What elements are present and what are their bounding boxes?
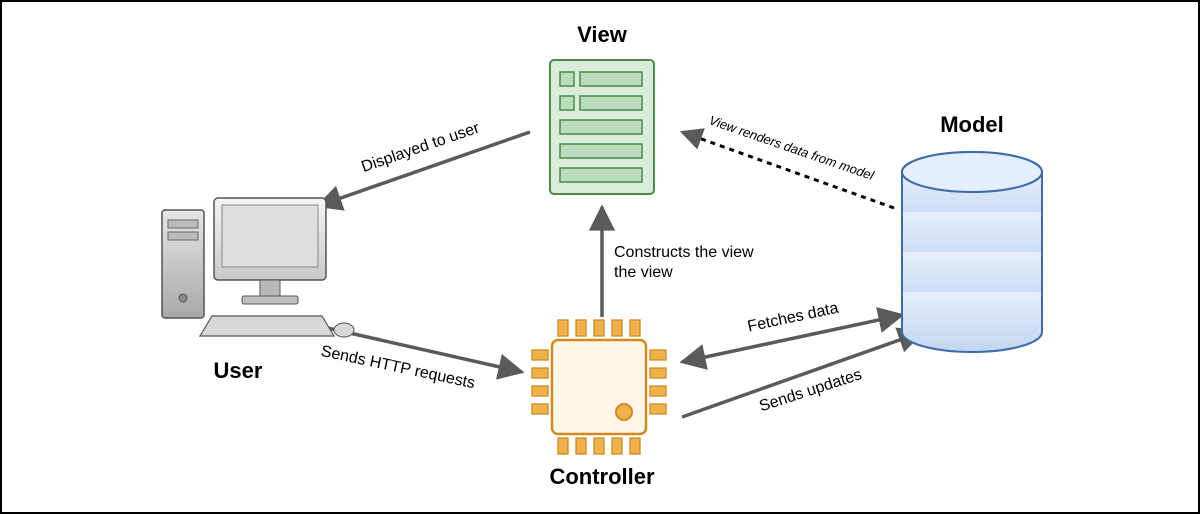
user-label: User [214,358,263,383]
view-icon [550,60,654,194]
database-icon [902,152,1042,352]
model-label: Model [940,112,1004,137]
diagram-frame: Displayed to user View renders data from… [0,0,1200,514]
view-node: View [550,22,654,194]
edge-view-renders-label: View renders data from model [707,112,877,183]
edge-sends-updates-label: Sends updates [757,366,864,415]
edge-sends-updates [682,332,922,417]
chip-icon [532,320,666,454]
controller-label: Controller [549,464,655,489]
computer-icon [162,198,354,337]
edge-constructs-view-label2: the view [614,264,673,281]
model-node: Model [902,112,1042,352]
edge-displayed-to-user-label: Displayed to user [359,119,482,176]
view-label: View [577,22,628,47]
edge-sends-http-label: Sends HTTP requests [319,343,476,392]
controller-node: Controller [532,320,666,489]
edge-constructs-view-label1: Constructs the view [614,244,754,261]
